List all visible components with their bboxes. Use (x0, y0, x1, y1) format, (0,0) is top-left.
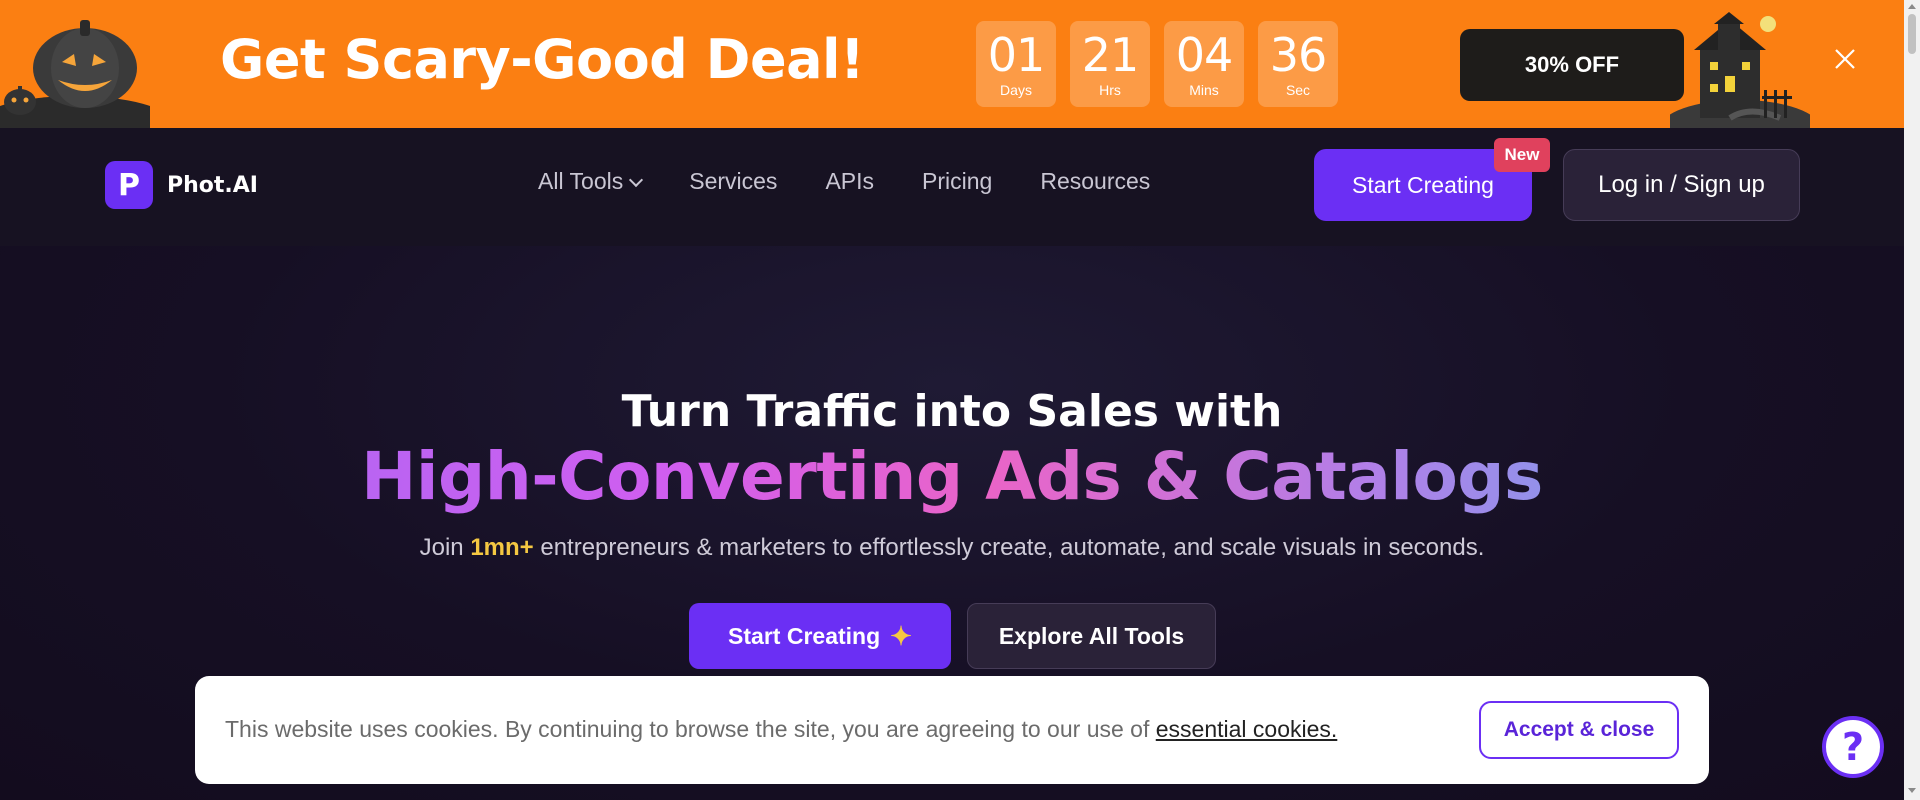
nav-link-apis[interactable]: APIs (825, 168, 874, 195)
countdown-timer: 01 Days 21 Hrs 04 Mins 36 Sec (976, 21, 1338, 107)
nav-link-all-tools[interactable]: All Tools (538, 168, 644, 195)
site-logo[interactable]: P Phot.AI (105, 161, 258, 209)
hero-subtitle-start: Join (419, 534, 471, 561)
scroll-down-arrow-icon[interactable] (1908, 788, 1916, 793)
cookie-message: This website uses cookies. By continuing… (225, 716, 1337, 743)
main-navbar: P Phot.AI All Tools Services APIs Pricin… (0, 128, 1904, 246)
haunted-house-illustration (1670, 12, 1810, 128)
countdown-days: 01 Days (976, 21, 1056, 107)
hero-subtitle-end: entrepreneurs & marketers to effortlessl… (533, 534, 1485, 561)
hero-highlight-title: High-Converting Ads & Catalogs (0, 438, 1904, 515)
nav-link-label: All Tools (538, 168, 624, 194)
hero-start-label: Start Creating (728, 622, 881, 649)
chevron-down-icon (629, 172, 644, 187)
countdown-value: 01 (987, 28, 1046, 82)
sparkle-icon: ✦ (890, 620, 912, 651)
essential-cookies-link[interactable]: essential cookies. (1156, 716, 1338, 742)
promo-offer-button[interactable]: 30% OFF (1460, 29, 1684, 101)
nav-links: All Tools Services APIs Pricing Resource… (538, 168, 1150, 195)
hero-subtitle: Join 1mn+ entrepreneurs & marketers to e… (0, 534, 1904, 562)
logo-mark: P (105, 161, 153, 209)
countdown-label: Sec (1285, 82, 1311, 98)
countdown-label: Hrs (1099, 82, 1121, 98)
countdown-value: 04 (1175, 28, 1234, 82)
accept-close-button[interactable]: Accept & close (1479, 701, 1679, 759)
new-badge: New (1494, 138, 1550, 172)
countdown-hours: 21 Hrs (1070, 21, 1150, 107)
nav-link-pricing[interactable]: Pricing (922, 168, 992, 195)
cookie-message-text: This website uses cookies. By continuing… (225, 716, 1156, 742)
hero-subtitle-accent: 1mn+ (470, 534, 534, 561)
scroll-thumb[interactable] (1908, 14, 1916, 54)
nav-link-resources[interactable]: Resources (1040, 168, 1150, 195)
nav-link-services[interactable]: Services (689, 168, 777, 195)
page-scrollbar[interactable] (1904, 0, 1920, 800)
countdown-label: Mins (1189, 82, 1219, 98)
countdown-value: 36 (1269, 28, 1328, 82)
hero-title: Turn Traffic into Sales with (621, 386, 1283, 437)
logo-text: Phot.AI (167, 172, 258, 198)
countdown-label: Days (1000, 82, 1032, 98)
login-signup-button[interactable]: Log in / Sign up (1563, 149, 1800, 221)
countdown-value: 21 (1081, 28, 1140, 82)
close-icon[interactable] (1832, 46, 1858, 72)
hero-start-creating-button[interactable]: Start Creating ✦ (689, 603, 951, 669)
promo-title: Get Scary-Good Deal! (220, 28, 865, 91)
question-mark-icon: ? (1841, 725, 1865, 769)
pumpkin-illustration (0, 20, 150, 128)
cookie-banner: This website uses cookies. By continuing… (195, 676, 1709, 784)
promo-banner: Get Scary-Good Deal! 01 Days 21 Hrs 04 M… (0, 0, 1904, 128)
scroll-up-arrow-icon[interactable] (1908, 4, 1916, 9)
help-button[interactable]: ? (1822, 716, 1884, 778)
countdown-seconds: 36 Sec (1258, 21, 1338, 107)
countdown-minutes: 04 Mins (1164, 21, 1244, 107)
explore-all-tools-button[interactable]: Explore All Tools (967, 603, 1216, 669)
